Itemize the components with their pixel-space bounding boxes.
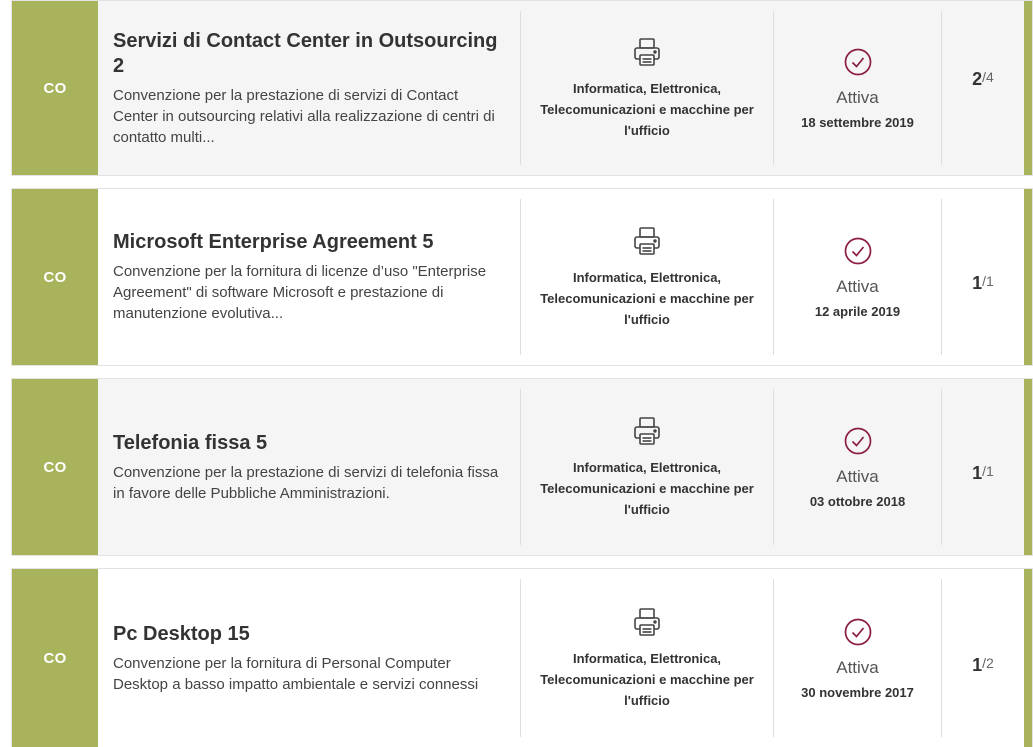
item-title[interactable]: Microsoft Enterprise Agreement 5	[113, 230, 506, 255]
status-date: 03 ottobre 2018	[809, 493, 906, 509]
accent-bar	[1024, 1, 1032, 175]
type-badge: CO	[12, 189, 98, 365]
lots-total: /1	[982, 463, 994, 479]
lots-current: 1	[972, 273, 983, 293]
accent-bar	[1024, 379, 1032, 555]
lots-total: /4	[982, 69, 994, 85]
check-circle-icon	[844, 48, 871, 75]
status-label: Attiva	[836, 466, 879, 486]
card-content: Telefonia fissa 5 Convenzione per la pre…	[98, 379, 1024, 555]
card-main: Microsoft Enterprise Agreement 5 Convenz…	[98, 189, 520, 365]
lots-count: 1/1	[942, 379, 1024, 555]
lots-current: 1	[972, 463, 983, 483]
type-badge: CO	[12, 1, 98, 175]
category-cell: Informatica, Elettronica, Telecomunicazi…	[521, 379, 773, 555]
printer-icon	[634, 226, 660, 255]
printer-icon	[634, 607, 660, 636]
category-label: Informatica, Elettronica, Telecomunicazi…	[540, 459, 754, 517]
check-circle-icon	[844, 427, 871, 454]
card-content: Servizi di Contact Center in Outsourcing…	[98, 1, 1024, 175]
lots-count: 2/4	[942, 1, 1024, 175]
lots-count: 1/2	[942, 569, 1024, 747]
card-content: Pc Desktop 15 Convenzione per la fornitu…	[98, 569, 1024, 747]
printer-icon	[634, 37, 660, 66]
item-description: Convenzione per la prestazione di serviz…	[113, 463, 499, 502]
item-title[interactable]: Pc Desktop 15	[113, 622, 506, 647]
status-label: Attiva	[836, 87, 879, 107]
accent-bar	[1024, 569, 1032, 747]
status-cell: Attiva 18 settembre 2019	[774, 1, 941, 175]
accent-bar	[1024, 189, 1032, 365]
category-cell: Informatica, Elettronica, Telecomunicazi…	[521, 569, 773, 747]
status-cell: Attiva 03 ottobre 2018	[774, 379, 941, 555]
lots-total: /1	[982, 273, 994, 289]
item-description: Convenzione per la fornitura di Personal…	[113, 654, 479, 693]
category-cell: Informatica, Elettronica, Telecomunicazi…	[521, 189, 773, 365]
lots-count: 1/1	[942, 189, 1024, 365]
list-item[interactable]: CO Microsoft Enterprise Agreement 5 Conv…	[11, 188, 1033, 366]
category-label: Informatica, Elettronica, Telecomunicazi…	[540, 650, 754, 708]
category-label: Informatica, Elettronica, Telecomunicazi…	[540, 80, 754, 138]
list-item[interactable]: CO Servizi di Contact Center in Outsourc…	[11, 0, 1033, 176]
convenzioni-list: CO Servizi di Contact Center in Outsourc…	[0, 0, 1033, 747]
card-main: Telefonia fissa 5 Convenzione per la pre…	[98, 379, 520, 555]
status-date: 12 aprile 2019	[814, 303, 901, 319]
item-description: Convenzione per la fornitura di licenze …	[113, 263, 487, 322]
check-circle-icon	[844, 237, 871, 264]
status-label: Attiva	[836, 657, 879, 677]
item-title[interactable]: Servizi di Contact Center in Outsourcing…	[113, 29, 506, 79]
status-cell: Attiva 30 novembre 2017	[774, 569, 941, 747]
lots-current: 2	[972, 69, 983, 89]
category-label: Informatica, Elettronica, Telecomunicazi…	[540, 269, 754, 327]
status-date: 30 novembre 2017	[801, 684, 914, 700]
card-main: Pc Desktop 15 Convenzione per la fornitu…	[98, 569, 520, 747]
check-circle-icon	[844, 618, 871, 645]
printer-icon	[634, 416, 660, 445]
list-item[interactable]: CO Telefonia fissa 5 Convenzione per la …	[11, 378, 1033, 556]
lots-total: /2	[982, 655, 994, 671]
list-item[interactable]: CO Pc Desktop 15 Convenzione per la forn…	[11, 568, 1033, 747]
lots-current: 1	[972, 655, 983, 675]
status-label: Attiva	[836, 276, 879, 296]
type-badge: CO	[12, 569, 98, 747]
type-badge: CO	[12, 379, 98, 555]
card-main: Servizi di Contact Center in Outsourcing…	[98, 1, 520, 175]
card-content: Microsoft Enterprise Agreement 5 Convenz…	[98, 189, 1024, 365]
category-cell: Informatica, Elettronica, Telecomunicazi…	[521, 1, 773, 175]
item-title[interactable]: Telefonia fissa 5	[113, 431, 506, 456]
item-description: Convenzione per la prestazione di serviz…	[113, 86, 495, 146]
status-date: 18 settembre 2019	[801, 114, 914, 130]
status-cell: Attiva 12 aprile 2019	[774, 189, 941, 365]
